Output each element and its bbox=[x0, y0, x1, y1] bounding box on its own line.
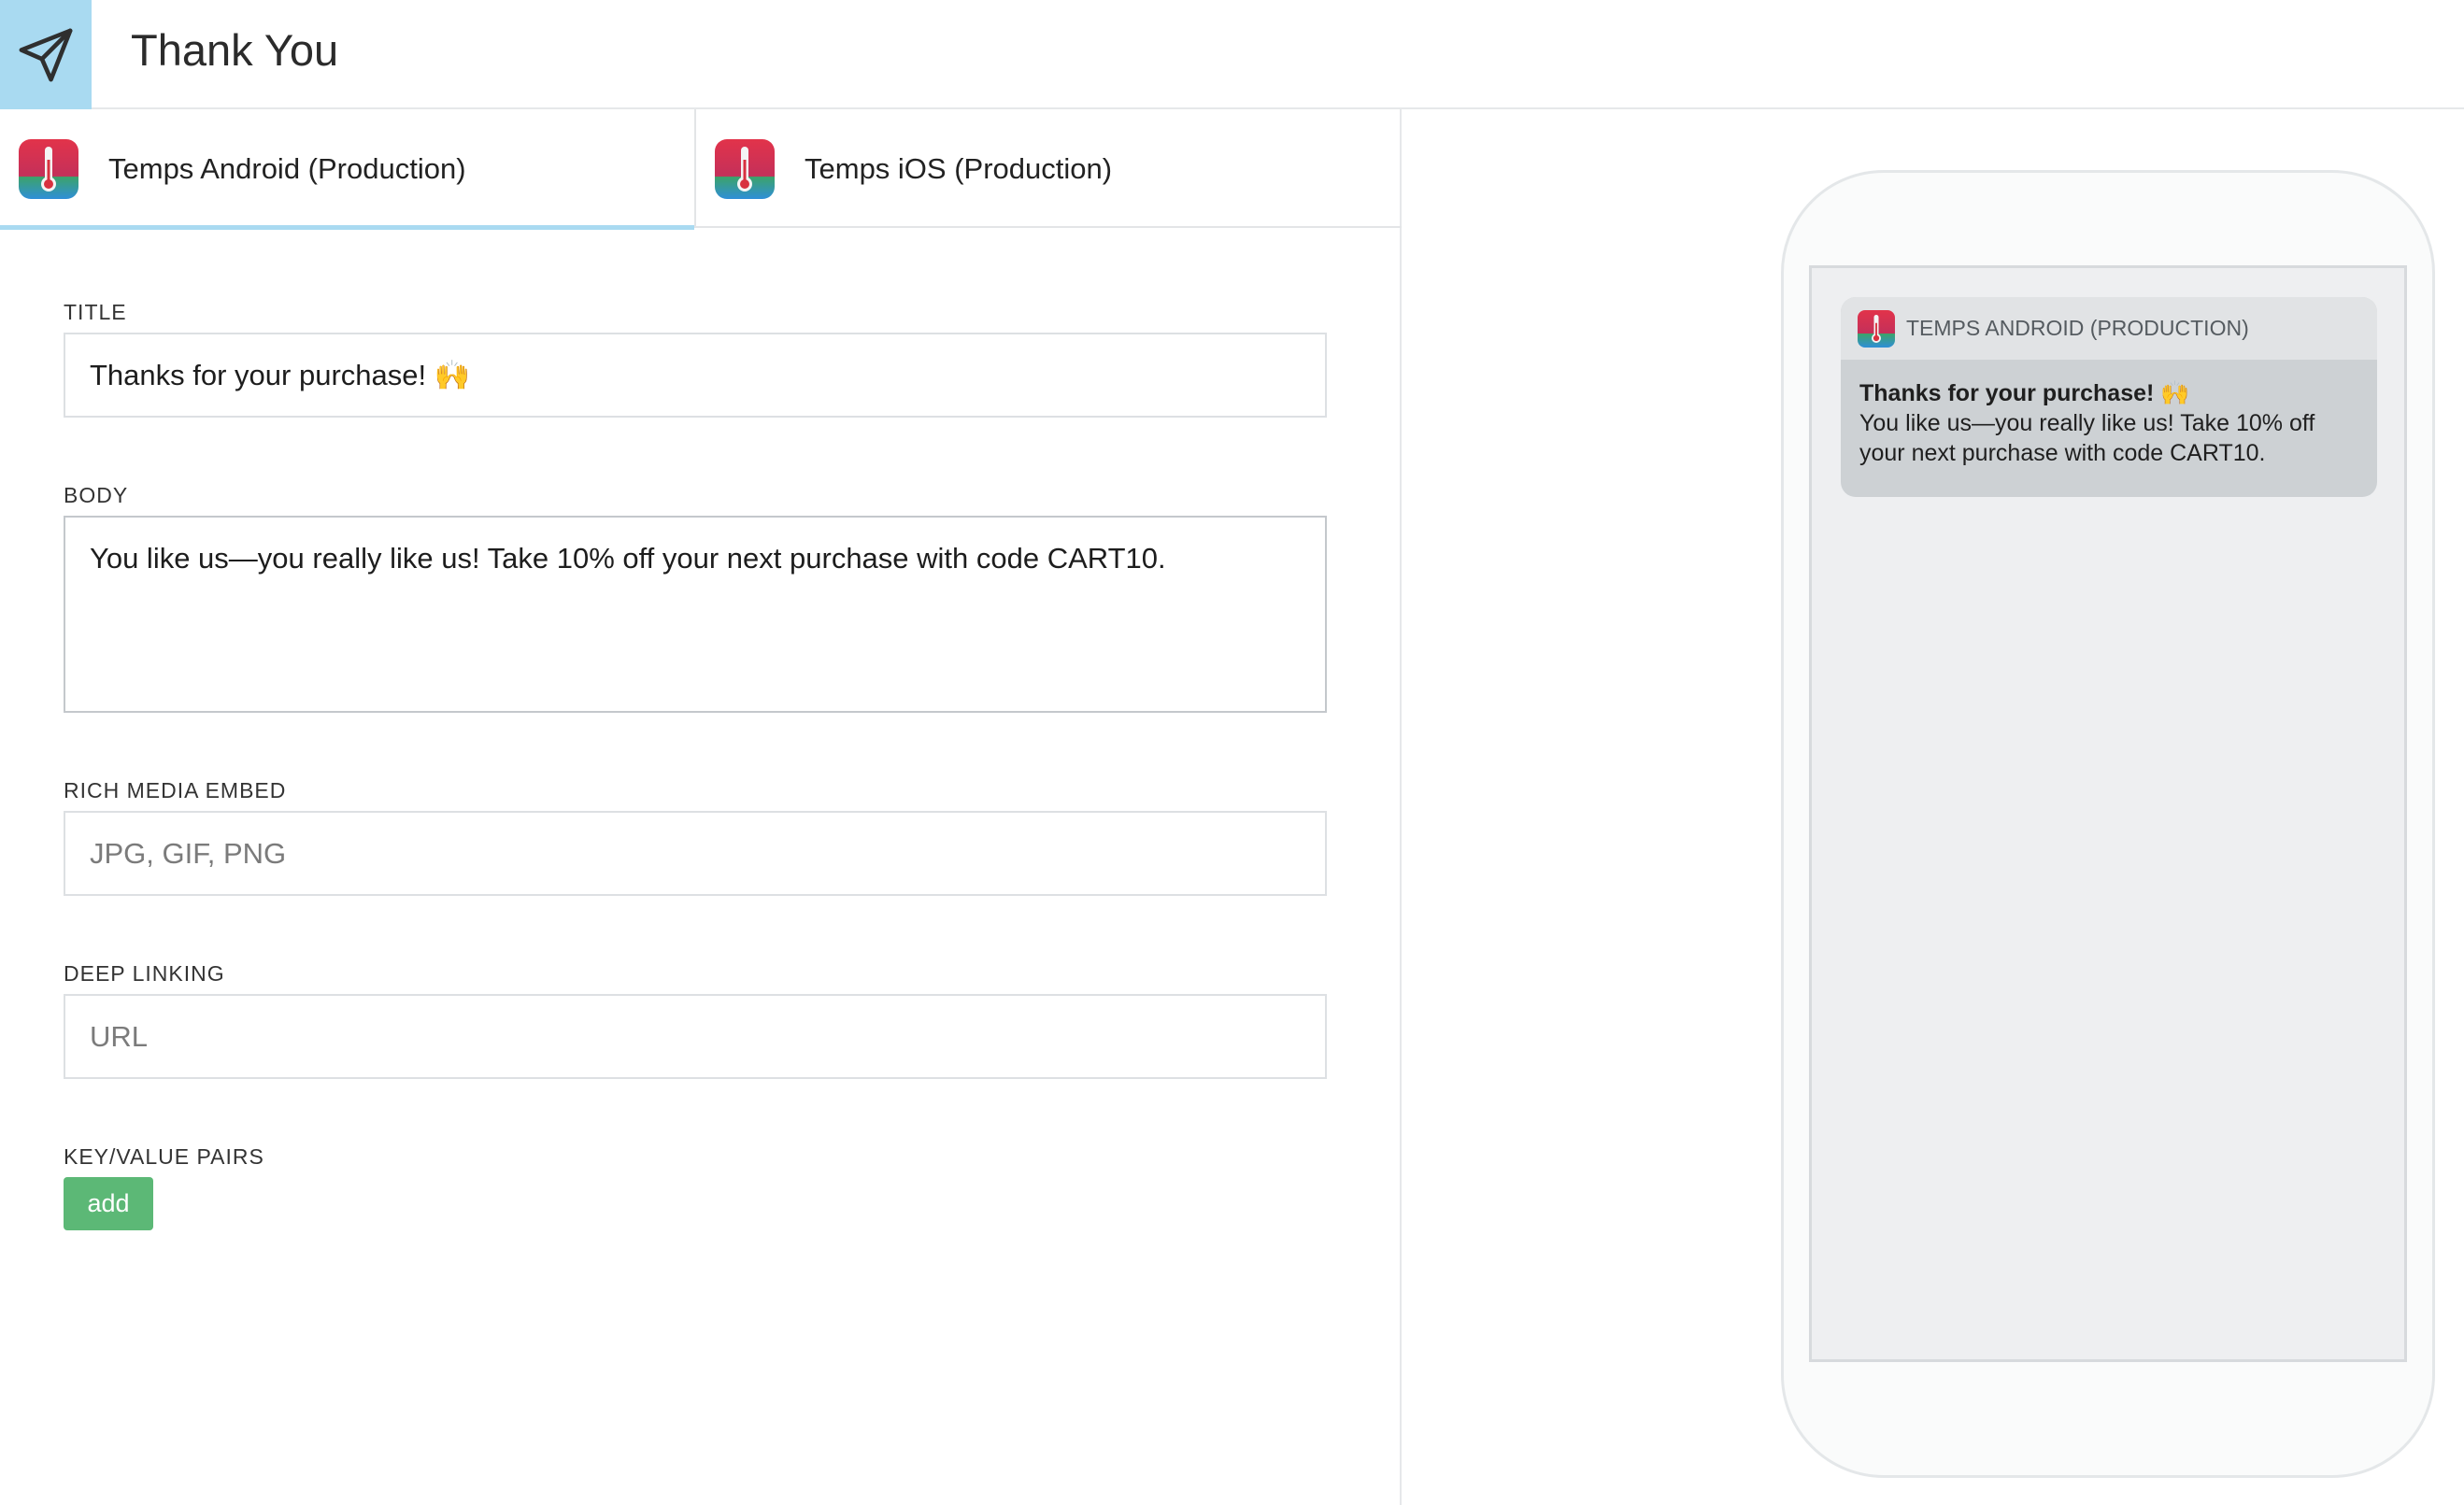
deep-linking-label: DEEP LINKING bbox=[64, 961, 225, 986]
thermometer-app-icon bbox=[1858, 309, 1895, 348]
deep-linking-input[interactable]: URL bbox=[64, 994, 1327, 1079]
page-title: Thank You bbox=[131, 25, 339, 75]
notification-content: Thanks for your purchase! 🙌 You like us—… bbox=[1841, 360, 2377, 468]
tab-label: Temps Android (Production) bbox=[108, 151, 466, 185]
title-label: TITLE bbox=[64, 300, 127, 324]
body-textarea[interactable]: You like us—you really like us! Take 10%… bbox=[64, 516, 1327, 713]
notification-preview: TEMPS ANDROID (PRODUCTION) Thanks for yo… bbox=[1841, 297, 2377, 497]
thermometer-app-icon bbox=[19, 138, 78, 199]
rich-media-input[interactable]: JPG, GIF, PNG bbox=[64, 811, 1327, 896]
thermometer-app-icon bbox=[715, 138, 775, 199]
tab-label: Temps iOS (Production) bbox=[805, 151, 1113, 185]
rich-media-label: RICH MEDIA EMBED bbox=[64, 778, 287, 802]
notification-app-name: TEMPS ANDROID (PRODUCTION) bbox=[1906, 316, 2249, 340]
app-tabs: Temps Android (Production) Temps iOS (Pr… bbox=[0, 109, 1402, 230]
tab-temps-ios[interactable]: Temps iOS (Production) bbox=[694, 109, 1389, 228]
key-value-label: KEY/VALUE PAIRS bbox=[64, 1144, 264, 1169]
notification-header: TEMPS ANDROID (PRODUCTION) bbox=[1841, 297, 2377, 360]
notification-title: Thanks for your purchase! 🙌 bbox=[1859, 380, 2190, 406]
editor-panel: Temps Android (Production) Temps iOS (Pr… bbox=[0, 109, 1402, 1505]
top-header: Thank You bbox=[0, 0, 2464, 109]
header-icon-container bbox=[0, 0, 92, 109]
body-label: BODY bbox=[64, 483, 129, 507]
paper-plane-icon bbox=[19, 28, 73, 81]
notification-body: You like us—you really like us! Take 10%… bbox=[1859, 410, 2315, 466]
tab-temps-android[interactable]: Temps Android (Production) bbox=[0, 109, 694, 230]
add-key-value-button[interactable]: add bbox=[64, 1177, 153, 1230]
title-input[interactable]: Thanks for your purchase! 🙌 bbox=[64, 333, 1327, 418]
